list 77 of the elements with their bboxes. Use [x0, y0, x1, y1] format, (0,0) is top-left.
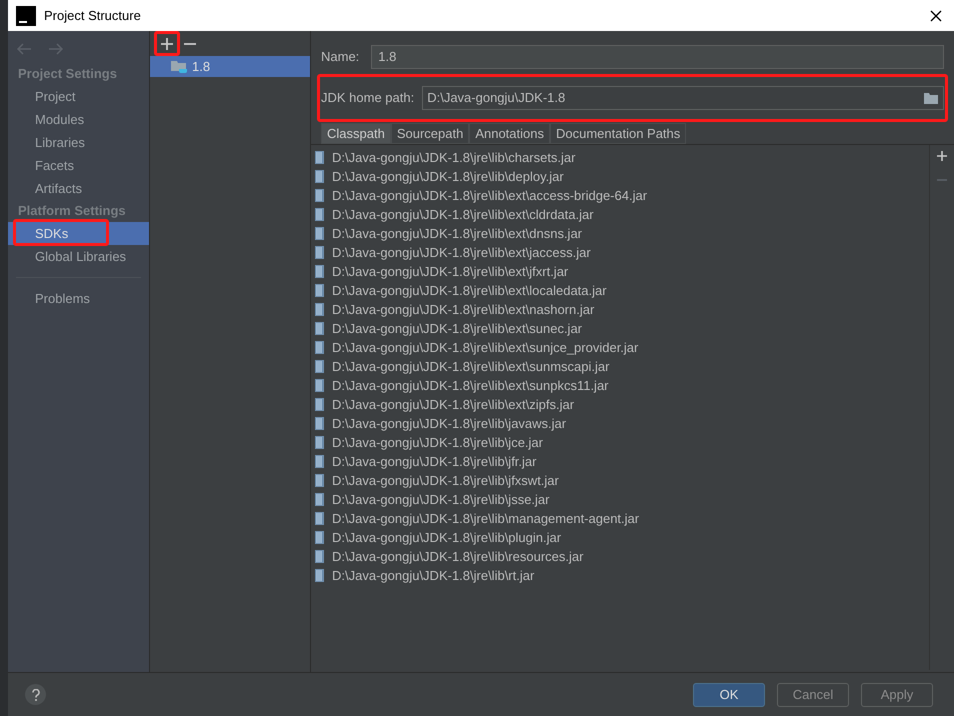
app-logo-icon — [16, 6, 36, 26]
help-button[interactable] — [25, 684, 46, 705]
jar-icon — [315, 360, 324, 373]
classpath-entry[interactable]: D:\Java-gongju\JDK-1.8\jre\lib\javaws.jar — [332, 414, 566, 434]
nav-item[interactable]: Libraries — [8, 131, 149, 154]
classpath-entry[interactable]: D:\Java-gongju\JDK-1.8\jre\lib\ext\sunec.jar — [332, 318, 582, 338]
jar-icon — [315, 512, 324, 525]
window-title: Project Structure — [44, 6, 141, 25]
classpath-entry[interactable]: D:\Java-gongju\JDK-1.8\jre\lib\ext\jaccess.jar — [332, 242, 591, 262]
classpath-entry[interactable]: D:\Java-gongju\JDK-1.8\jre\lib\rt.jar — [332, 566, 534, 586]
field-label: Name: — [321, 48, 360, 66]
nav-item[interactable]: Problems — [8, 287, 149, 310]
classpath-entry[interactable]: D:\Java-gongju\JDK-1.8\jre\lib\ext\nashorn.jar — [332, 300, 594, 320]
jar-icon — [315, 436, 324, 449]
nav-item[interactable]: Global Libraries — [8, 245, 149, 268]
classpath-entry[interactable]: D:\Java-gongju\JDK-1.8\jre\lib\deploy.jar — [332, 166, 564, 186]
classpath-entry[interactable]: D:\Java-gongju\JDK-1.8\jre\lib\jfr.jar — [332, 452, 536, 472]
dialog-button[interactable]: OK — [693, 682, 765, 706]
classpath-entry[interactable]: D:\Java-gongju\JDK-1.8\jre\lib\ext\sunmscapi.jar — [332, 356, 610, 376]
jar-icon — [315, 303, 324, 316]
jar-icon — [315, 550, 324, 563]
question-mark-icon — [32, 688, 40, 700]
jar-icon — [315, 265, 324, 278]
section-header: Project Settings — [17, 65, 118, 84]
tab[interactable]: Documentation Paths — [550, 123, 686, 144]
jar-icon — [315, 474, 324, 487]
classpath-entry[interactable]: D:\Java-gongju\JDK-1.8\jre\lib\ext\localedata.jar — [332, 280, 607, 300]
jar-icon — [315, 246, 324, 259]
add-icon[interactable] — [161, 38, 173, 50]
jar-icon — [315, 151, 324, 164]
jar-icon — [315, 493, 324, 506]
classpath-entry[interactable]: D:\Java-gongju\JDK-1.8\jre\lib\ext\jfxrt.jar — [332, 262, 568, 282]
nav-item[interactable]: Facets — [8, 154, 149, 177]
jar-icon — [315, 341, 324, 354]
jar-icon — [315, 569, 324, 582]
classpath-entry[interactable]: D:\Java-gongju\JDK-1.8\jre\lib\jce.jar — [332, 432, 543, 452]
tab[interactable]: Classpath — [321, 123, 391, 144]
field-label: JDK home path: — [321, 89, 414, 108]
classpath-entry[interactable]: D:\Java-gongju\JDK-1.8\jre\lib\ext\access-bridge-64.jar — [332, 186, 648, 206]
classpath-entry[interactable]: D:\Java-gongju\JDK-1.8\jre\lib\ext\zipfs.jar — [332, 394, 574, 414]
nav-item[interactable]: SDKs — [8, 222, 149, 245]
jar-icon — [315, 398, 324, 411]
jar-icon — [315, 189, 324, 202]
classpath-entry[interactable]: D:\Java-gongju\JDK-1.8\jre\lib\jsse.jar — [332, 490, 550, 510]
tab[interactable]: Annotations — [469, 123, 550, 144]
folder-icon[interactable] — [924, 92, 939, 104]
jar-icon — [315, 379, 324, 392]
sdk-item[interactable]: 1.8 — [150, 56, 310, 77]
nav-item[interactable]: Artifacts — [8, 177, 149, 200]
classpath-entry[interactable]: D:\Java-gongju\JDK-1.8\jre\lib\ext\dnsns.jar — [332, 224, 582, 244]
jar-icon — [315, 227, 324, 240]
jar-icon — [315, 531, 324, 544]
jdk-folder-icon — [171, 60, 188, 74]
section-header: Platform Settings — [17, 202, 127, 220]
classpath-entry[interactable]: D:\Java-gongju\JDK-1.8\jre\lib\ext\sunjce_provider.jar — [332, 338, 638, 358]
dialog-button[interactable]: Apply — [861, 682, 933, 706]
classpath-entry[interactable]: D:\Java-gongju\JDK-1.8\jre\lib\ext\sunpkcs11.jar — [332, 376, 608, 396]
close-icon[interactable] — [930, 10, 942, 22]
jar-icon — [315, 208, 324, 221]
classpath-entry[interactable]: D:\Java-gongju\JDK-1.8\jre\lib\charsets.jar — [332, 148, 576, 168]
classpath-entry[interactable]: D:\Java-gongju\JDK-1.8\jre\lib\jfxswt.jar — [332, 470, 559, 490]
classpath-entry[interactable]: D:\Java-gongju\JDK-1.8\jre\lib\resources.jar — [332, 546, 584, 566]
add-icon[interactable] — [937, 151, 947, 161]
jar-icon — [315, 417, 324, 430]
jar-icon — [315, 322, 324, 335]
jdk-home-path-field[interactable]: D:\Java-gongju\JDK-1.8 — [422, 86, 944, 110]
classpath-entry[interactable]: D:\Java-gongju\JDK-1.8\jre\lib\plugin.jar — [332, 528, 562, 548]
dialog-button[interactable]: Cancel — [777, 682, 849, 706]
classpath-entry[interactable]: D:\Java-gongju\JDK-1.8\jre\lib\management-agent.jar — [332, 508, 640, 528]
nav-item[interactable]: Project — [8, 85, 149, 108]
jar-icon — [315, 170, 324, 183]
jar-icon — [315, 455, 324, 468]
tab[interactable]: Sourcepath — [390, 123, 470, 144]
name-field[interactable]: 1.8 — [371, 44, 944, 68]
classpath-entry[interactable]: D:\Java-gongju\JDK-1.8\jre\lib\ext\cldrdata.jar — [332, 204, 594, 224]
jar-icon — [315, 284, 324, 297]
nav-item[interactable]: Modules — [8, 108, 149, 131]
